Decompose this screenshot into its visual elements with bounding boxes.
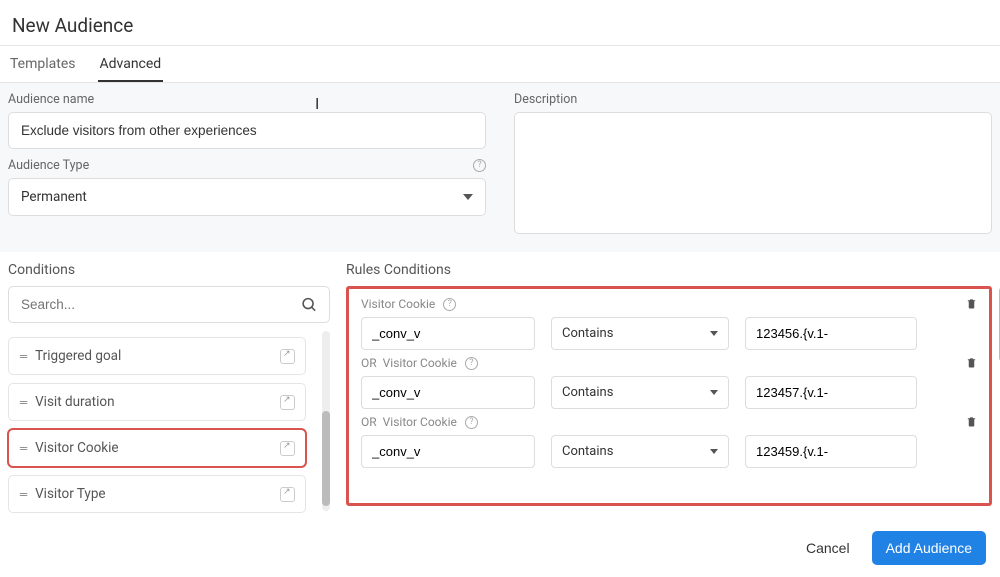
rules-column: Rules Conditions Visitor Cookie ? Contai… <box>346 252 992 521</box>
drag-handle-icon: == <box>19 350 25 363</box>
drag-handle-icon: == <box>19 396 25 409</box>
delete-rule-icon[interactable] <box>966 415 977 431</box>
rule-inputs: Contains <box>361 376 977 409</box>
rule-value-input[interactable] <box>745 376 917 409</box>
rule-inputs: Contains <box>361 435 977 468</box>
rule-operator-value: Contains <box>562 326 613 341</box>
rule-operator-select[interactable]: Contains <box>551 435 729 468</box>
rule-operator-select[interactable]: Contains <box>551 376 729 409</box>
dialog-footer: Cancel Add Audience <box>800 531 986 565</box>
condition-label: Triggered goal <box>35 348 280 364</box>
form-right-column: Description <box>514 83 992 234</box>
dialog-header: New Audience <box>0 0 1000 46</box>
chevron-down-icon <box>710 449 718 454</box>
rule-type-label: Visitor Cookie <box>383 356 457 370</box>
rule-value-input[interactable] <box>745 435 917 468</box>
rule-field-input[interactable] <box>361 376 535 409</box>
condition-item-visitor-type[interactable]: == Visitor Type <box>8 475 306 513</box>
rule-row: OR Visitor Cookie ? Contains <box>361 356 977 409</box>
external-link-icon[interactable] <box>280 395 295 410</box>
form-left-column: Audience name I Audience Type ? Permanen… <box>8 83 486 234</box>
rule-row: Visitor Cookie ? Contains <box>361 297 977 350</box>
tab-bar: Templates Advanced <box>0 46 1000 83</box>
search-icon <box>301 296 318 313</box>
conditions-scrollbar-thumb[interactable] <box>322 411 330 506</box>
rule-value-input[interactable] <box>745 317 917 350</box>
audience-name-label: Audience name <box>8 83 486 112</box>
rules-panel: Visitor Cookie ? Contains OR Visitor Co <box>346 286 992 506</box>
rule-field-input[interactable] <box>361 435 535 468</box>
external-link-icon[interactable] <box>280 441 295 456</box>
cancel-button[interactable]: Cancel <box>800 532 856 564</box>
drag-handle-icon: == <box>19 442 25 455</box>
help-icon[interactable]: ? <box>473 159 486 172</box>
rule-header: OR Visitor Cookie ? <box>361 415 977 429</box>
audience-name-input[interactable] <box>8 112 486 149</box>
condition-item-visitor-cookie[interactable]: == Visitor Cookie <box>8 429 306 467</box>
audience-type-value: Permanent <box>21 189 87 205</box>
lower-section: Conditions == Triggered goal == Visit du… <box>0 252 1000 521</box>
condition-label: Visitor Type <box>35 486 280 502</box>
rule-type-label: Visitor Cookie <box>383 415 457 429</box>
rule-row: OR Visitor Cookie ? Contains <box>361 415 977 468</box>
drag-handle-icon: == <box>19 488 25 501</box>
condition-label: Visitor Cookie <box>35 440 280 456</box>
tab-templates[interactable]: Templates <box>8 46 78 82</box>
rule-type-label: Visitor Cookie <box>361 297 435 311</box>
rule-header: OR Visitor Cookie ? <box>361 356 977 370</box>
rule-header: Visitor Cookie ? <box>361 297 977 311</box>
chevron-down-icon <box>710 331 718 336</box>
delete-rule-icon[interactable] <box>966 297 977 313</box>
condition-item-visit-duration[interactable]: == Visit duration <box>8 383 306 421</box>
or-label: OR <box>361 415 377 429</box>
rule-operator-value: Contains <box>562 444 613 459</box>
audience-type-label: Audience Type ? <box>8 149 486 178</box>
chevron-down-icon <box>710 390 718 395</box>
conditions-column: Conditions == Triggered goal == Visit du… <box>8 252 330 521</box>
page-title: New Audience <box>12 14 988 37</box>
or-label: OR <box>361 356 377 370</box>
add-audience-button[interactable]: Add Audience <box>872 531 986 565</box>
conditions-search-input[interactable] <box>8 286 330 323</box>
rule-operator-select[interactable]: Contains <box>551 317 729 350</box>
conditions-scrollbar-track <box>322 331 330 511</box>
condition-label: Visit duration <box>35 394 280 410</box>
form-area: Audience name I Audience Type ? Permanen… <box>0 83 1000 252</box>
rule-operator-value: Contains <box>562 385 613 400</box>
conditions-search-wrap <box>8 286 330 323</box>
delete-rule-icon[interactable] <box>966 356 977 372</box>
chevron-down-icon <box>463 194 473 200</box>
rule-inputs: Contains <box>361 317 977 350</box>
tab-advanced[interactable]: Advanced <box>98 46 164 82</box>
conditions-list: == Triggered goal == Visit duration == V… <box>8 331 330 513</box>
condition-item-triggered-goal[interactable]: == Triggered goal <box>8 337 306 375</box>
audience-type-select[interactable]: Permanent <box>8 178 486 216</box>
description-input[interactable] <box>514 112 992 234</box>
rules-title: Rules Conditions <box>346 252 992 286</box>
description-label: Description <box>514 83 992 112</box>
audience-type-label-text: Audience Type <box>8 158 89 173</box>
external-link-icon[interactable] <box>280 487 295 502</box>
external-link-icon[interactable] <box>280 349 295 364</box>
help-icon[interactable]: ? <box>465 416 478 429</box>
help-icon[interactable]: ? <box>443 298 456 311</box>
conditions-title: Conditions <box>8 252 330 286</box>
help-icon[interactable]: ? <box>465 357 478 370</box>
rule-field-input[interactable] <box>361 317 535 350</box>
